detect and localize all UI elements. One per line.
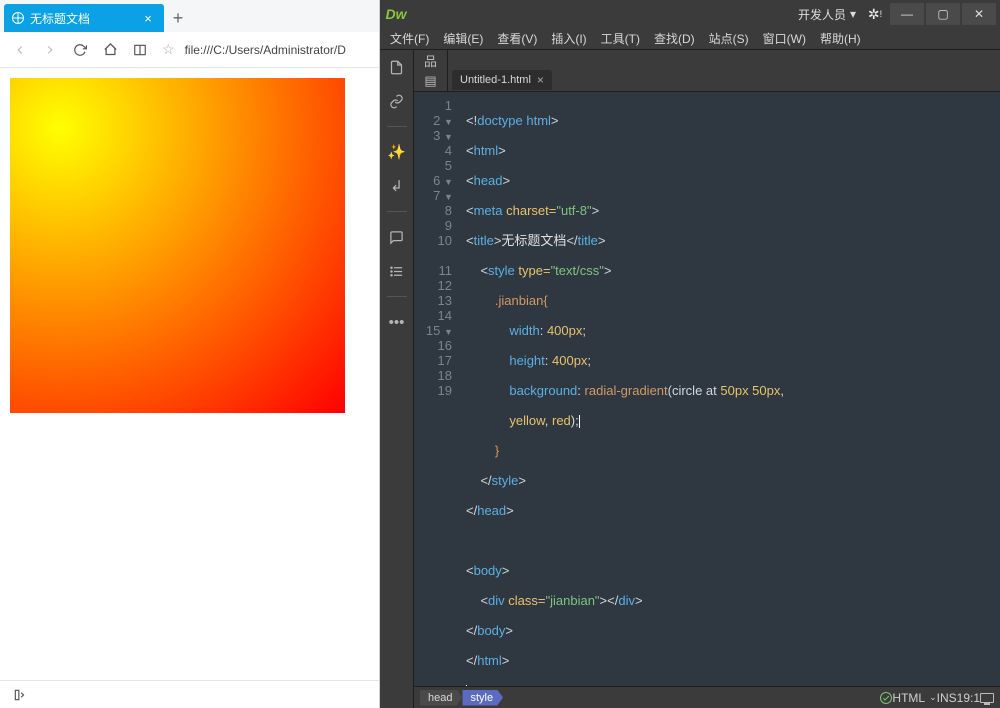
tool-sidebar: ✨ ↲ ••• (380, 50, 414, 708)
menu-insert[interactable]: 插入(I) (545, 28, 592, 49)
menu-window[interactable]: 窗口(W) (757, 28, 812, 49)
code-area[interactable]: <!doctype html> <html> <head> <meta char… (460, 92, 1000, 686)
tag-breadcrumbs: head style HTML ⌄ INS 19:1 (414, 686, 1000, 708)
forward-button[interactable] (42, 42, 58, 58)
new-tab-button[interactable]: + (164, 4, 192, 32)
more-icon[interactable]: ••• (388, 313, 406, 331)
line-gutter: 12 ▼3 ▼456 ▼7 ▼8910 1112131415 ▼16171819 (414, 92, 460, 686)
menu-help[interactable]: 帮助(H) (814, 28, 867, 49)
maximize-button[interactable]: ▢ (926, 3, 960, 25)
dw-logo: Dw (384, 6, 408, 22)
url-text: file:///C:/Users/Administrator/D (185, 43, 346, 57)
menu-bar: 文件(F) 编辑(E) 查看(V) 插入(I) 工具(T) 查找(D) 站点(S… (380, 28, 1000, 50)
doc-tab-label: Untitled-1.html (460, 74, 531, 86)
wrap-icon[interactable]: ↲ (388, 177, 406, 195)
close-icon[interactable]: × (140, 10, 156, 26)
browser-footer (0, 680, 379, 708)
panel-view-toggles: 品 ▤ (414, 50, 448, 91)
document-tabs: Untitled-1.html × (448, 69, 1000, 91)
back-button[interactable] (12, 42, 28, 58)
status-mode[interactable]: INS (937, 691, 957, 705)
chevron-down-icon: ▾ (850, 7, 856, 21)
panel-row: 品 ▤ Untitled-1.html × (414, 50, 1000, 92)
tab-title: 无标题文档 (30, 10, 90, 27)
comment-icon[interactable] (388, 228, 406, 246)
code-editor[interactable]: 12 ▼3 ▼456 ▼7 ▼8910 1112131415 ▼16171819… (414, 92, 1000, 686)
minimize-button[interactable]: — (890, 3, 924, 25)
dw-workarea: ✨ ↲ ••• 品 ▤ Untitled-1.html × (380, 50, 1000, 708)
close-icon[interactable]: × (537, 73, 544, 87)
crumb-head[interactable]: head (420, 690, 462, 706)
file-icon[interactable] (388, 58, 406, 76)
menu-site[interactable]: 站点(S) (703, 28, 755, 49)
browser-tab-active[interactable]: 无标题文档 × (4, 4, 164, 32)
doc-tab-active[interactable]: Untitled-1.html × (452, 70, 552, 90)
reload-button[interactable] (72, 42, 88, 58)
workspace-label: 开发人员 (798, 6, 846, 23)
home-button[interactable] (102, 42, 118, 58)
list-icon[interactable] (388, 262, 406, 280)
browser-window: 无标题文档 × + ☆ file:///C:/Users/Administrat… (0, 0, 380, 708)
globe-icon (12, 12, 24, 24)
url-bar[interactable]: ☆ file:///C:/Users/Administrator/D (162, 41, 367, 58)
screen-size-icon[interactable] (980, 693, 994, 703)
menu-find[interactable]: 查找(D) (648, 28, 701, 49)
browser-viewport (0, 68, 379, 680)
menu-edit[interactable]: 编辑(E) (437, 28, 489, 49)
crumb-style[interactable]: style (462, 690, 503, 706)
dreamweaver-window: Dw 开发人员 ▾ ✲! — ▢ ✕ 文件(F) 编辑(E) 查看(V) 插入(… (380, 0, 1000, 708)
link-icon[interactable] (388, 92, 406, 110)
window-controls: — ▢ ✕ (888, 3, 996, 25)
menu-tools[interactable]: 工具(T) (595, 28, 646, 49)
tree-icon[interactable]: 品 (423, 52, 439, 68)
dw-titlebar: Dw 开发人员 ▾ ✲! — ▢ ✕ (380, 0, 1000, 28)
wand-icon[interactable]: ✨ (388, 143, 406, 161)
editor-main: 品 ▤ Untitled-1.html × 12 ▼3 ▼456 ▼7 ▼891… (414, 50, 1000, 708)
star-icon[interactable]: ☆ (162, 41, 175, 58)
browser-navbar: ☆ file:///C:/Users/Administrator/D (0, 32, 379, 68)
gradient-preview (10, 78, 345, 413)
page-icon[interactable]: ▤ (423, 73, 439, 89)
panels-button[interactable] (132, 42, 148, 58)
browser-tabbar: 无标题文档 × + (0, 0, 379, 32)
close-button[interactable]: ✕ (962, 3, 996, 25)
status-pos: 19:1 (957, 691, 980, 705)
sidebar-toggle-icon[interactable] (12, 687, 28, 703)
workspace-switcher[interactable]: 开发人员 ▾ (792, 6, 862, 23)
status-ok-icon[interactable] (880, 692, 892, 704)
menu-view[interactable]: 查看(V) (491, 28, 543, 49)
status-lang[interactable]: HTML ⌄ (892, 691, 936, 705)
menu-file[interactable]: 文件(F) (384, 28, 435, 49)
settings-button[interactable]: ✲! (862, 3, 888, 25)
